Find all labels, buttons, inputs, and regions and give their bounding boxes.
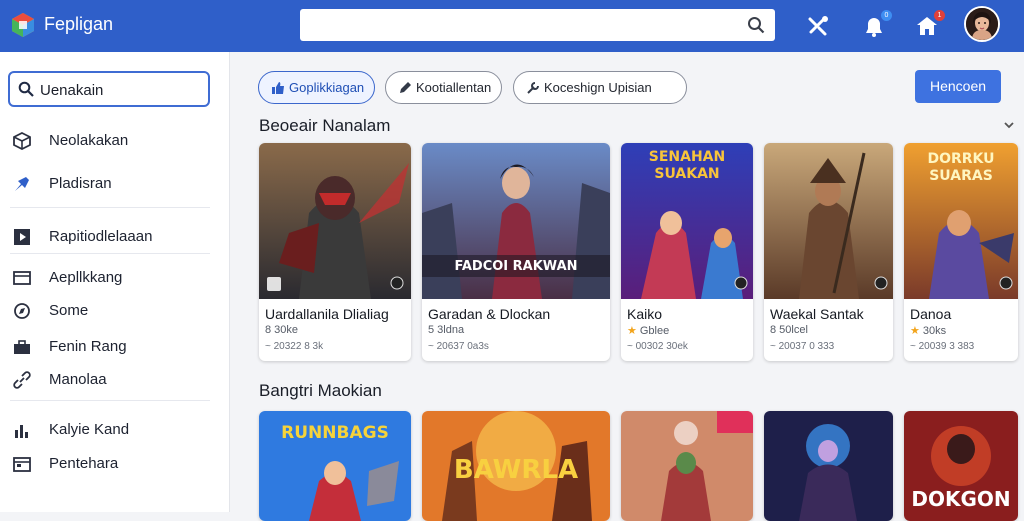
link-icon (13, 371, 31, 389)
game-date: ~ 20039 3 383 (910, 341, 975, 352)
filter-chip-goplikkiagan[interactable]: Goplikkiagan (258, 71, 375, 104)
chip-label: Goplikkiagan (289, 80, 365, 95)
app-title: Fepligan (44, 14, 114, 34)
game-meta: ★ Gblee (627, 324, 669, 337)
game-tile[interactable]: DOKGON (904, 411, 1018, 521)
sidebar-item-pentehara[interactable]: Pentehara (12, 453, 212, 475)
sidebar-item-label: Pentehara (49, 455, 119, 472)
game-meta: 8 50lcel (770, 324, 808, 336)
tools-icon[interactable] (805, 13, 831, 39)
game-date: ~ 20037 0 333 (770, 341, 835, 352)
thumbnail-caption: DOKGON (911, 487, 1011, 511)
sidebar-item-label: Pladisran (49, 175, 112, 192)
thumbnail-caption: BAWRLA (453, 455, 579, 485)
thumbnail-caption: DORRKU SUARAS (927, 151, 995, 184)
avatar-image (966, 8, 998, 40)
home-button[interactable]: 1 (914, 10, 945, 39)
game-thumbnail: DORRKU SUARAS (904, 143, 1018, 299)
sidebar-item-label: Manolaa (49, 371, 107, 388)
user-avatar[interactable] (964, 6, 1000, 42)
sidebar-search-value: Uenakain (40, 82, 104, 99)
game-rating: Gblee (639, 325, 670, 337)
sidebar-item-some[interactable]: Some (12, 300, 212, 322)
game-date: ~ 20322 8 3k (265, 341, 324, 352)
game-card[interactable]: Waekal Santak 8 50lcel ~ 20037 0 333 (764, 143, 893, 361)
chip-label: Kootiallentan (416, 80, 492, 95)
search-icon (18, 81, 34, 97)
sidebar-item-label: Neolakakan (49, 132, 129, 149)
game-tile[interactable]: BAWRLA (422, 411, 610, 521)
game-card[interactable]: Uardallanila Dlialiag 8 30ke ~ 20322 8 3… (259, 143, 411, 361)
top-bar: Fepligan 0 1 (0, 0, 1024, 52)
game-title: Uardallanila Dlialiag (265, 306, 389, 322)
notifications-button[interactable]: 0 (861, 10, 892, 39)
game-tile[interactable] (764, 411, 893, 521)
thumbs-up-icon (272, 82, 284, 94)
sidebar-item-fenin-rang[interactable]: Fenin Rang (12, 336, 212, 358)
game-meta: 8 30ke (265, 324, 299, 336)
thumbnail-caption: FADCOI RAKWAN (454, 259, 578, 274)
sidebar-item-kalyie-kand[interactable]: Kalyie Kand (12, 419, 212, 441)
star-icon: ★ (627, 325, 637, 337)
play-square-icon (14, 229, 30, 245)
bar-chart-icon (15, 425, 28, 438)
sidebar-item-label: Some (49, 302, 89, 319)
compass-icon (14, 303, 30, 319)
calendar-icon (13, 457, 31, 472)
sidebar-item-neolakakan[interactable]: Neolakakan (12, 130, 212, 152)
star-icon: ★ (910, 325, 920, 337)
alert-badge: 1 (934, 10, 945, 21)
sidebar-divider (10, 207, 210, 208)
sidebar-item-aepllkkang[interactable]: Aepllkkang (12, 267, 212, 289)
briefcase-icon (14, 340, 30, 354)
sidebar-search-input[interactable]: Uenakain (8, 71, 210, 107)
game-title: Waekal Santak (770, 306, 864, 322)
game-card[interactable]: SENAHAN SUAKAN Kaiko ★ Gblee ~ 00302 30ek (621, 143, 753, 361)
search-icon[interactable] (747, 16, 765, 34)
game-title: Garadan & Dlockan (428, 306, 551, 322)
window-icon (13, 271, 31, 285)
thumbnail-caption: SENAHAN SUAKAN (648, 149, 726, 182)
sidebar-item-label: Rapitiodlelaaan (49, 228, 153, 245)
sidebar-item-label: Aepllkkang (49, 269, 123, 286)
game-date: ~ 20637 0a3s (428, 341, 489, 352)
filter-chip-koceshign[interactable]: Koceshign Upisian (513, 71, 687, 104)
pencil-icon (400, 82, 411, 93)
top-search-input[interactable] (300, 9, 775, 41)
section-title: Bangtri Maokian (259, 381, 382, 400)
game-thumbnail: SENAHAN SUAKAN (621, 143, 753, 299)
game-thumbnail (259, 143, 411, 299)
pin-icon (15, 177, 29, 191)
game-meta: 5 3ldna (428, 324, 465, 336)
app-logo-icon[interactable] (10, 12, 36, 38)
chevron-down-icon[interactable] (1003, 119, 1015, 131)
game-tile[interactable] (621, 411, 753, 521)
thumbnail-caption: RUNNBAGS (281, 423, 389, 443)
game-meta: ★ 30ks (910, 324, 946, 337)
filter-chip-kootiallentan[interactable]: Kootiallentan (385, 71, 502, 104)
chip-label: Koceshign Upisian (544, 80, 652, 95)
sidebar-divider (10, 253, 210, 254)
game-title: Kaiko (627, 306, 663, 322)
game-title: Danoa (910, 306, 952, 322)
sidebar-item-label: Fenin Rang (49, 338, 127, 355)
game-thumbnail: FADCOI RAKWAN (422, 143, 610, 299)
game-card[interactable]: FADCOI RAKWAN Garadan & Dlockan 5 3ldna … (422, 143, 610, 361)
sidebar-item-rapitiodlelaaan[interactable]: Rapitiodlelaaan (12, 226, 212, 248)
sidebar-item-pladisran[interactable]: Pladisran (12, 173, 212, 195)
primary-action-button[interactable]: Hencoen (915, 70, 1001, 103)
sidebar-divider (10, 400, 210, 401)
sidebar-item-manolaa[interactable]: Manolaa (12, 369, 212, 391)
wrench-icon (527, 82, 539, 94)
game-card[interactable]: DORRKU SUARAS Danoa ★ 30ks ~ 20039 3 383 (904, 143, 1018, 361)
game-date: ~ 00302 30ek (627, 341, 688, 352)
game-rating: 30ks (922, 325, 947, 337)
game-thumbnail (764, 143, 893, 299)
sidebar-item-label: Kalyie Kand (49, 421, 130, 438)
notification-badge: 0 (881, 10, 892, 21)
section-title: Beoeair Nanalam (259, 116, 391, 135)
cube-icon (13, 132, 31, 150)
game-tile[interactable]: RUNNBAGS (259, 411, 411, 521)
sidebar: Uenakain Neolakakan Pladisran Rapitiodle… (0, 52, 230, 512)
